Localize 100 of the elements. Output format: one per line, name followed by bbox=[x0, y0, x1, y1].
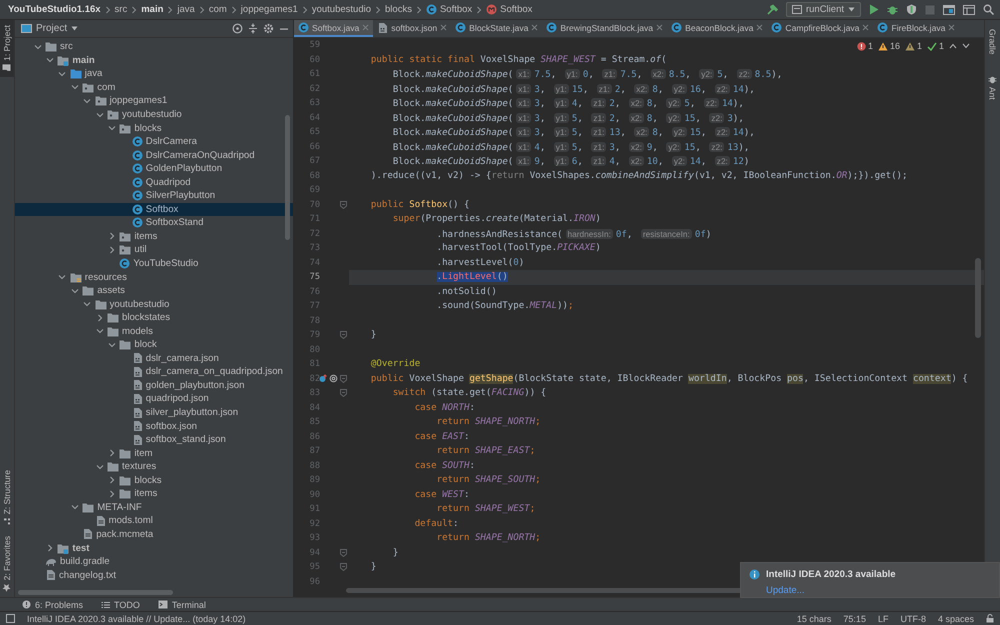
inspection-count[interactable]: 16 bbox=[890, 41, 900, 51]
tree-item[interactable]: assets bbox=[15, 284, 293, 298]
override-icon[interactable] bbox=[319, 374, 328, 384]
chevron-icon[interactable] bbox=[83, 96, 92, 105]
inspection-count[interactable]: 1 bbox=[938, 41, 944, 51]
chevron-icon[interactable] bbox=[83, 300, 92, 308]
tree-item[interactable]: SilverPlaybutton bbox=[15, 189, 293, 203]
tree-item[interactable]: util bbox=[15, 243, 293, 257]
breadcrumb[interactable]: java bbox=[177, 4, 195, 15]
tree-item[interactable]: pack.mcmeta bbox=[15, 528, 293, 542]
tree-item[interactable]: mods.toml bbox=[15, 514, 293, 528]
tool-window-button[interactable]: Terminal bbox=[158, 600, 206, 610]
tree-item[interactable]: softbox.json bbox=[15, 419, 293, 433]
breadcrumb[interactable]: joppegames1 bbox=[240, 4, 298, 15]
run-configuration-dropdown[interactable]: runClient bbox=[786, 2, 861, 17]
bug-icon[interactable] bbox=[887, 4, 898, 15]
status-item[interactable]: LF bbox=[878, 614, 888, 624]
editor-tab[interactable]: BlockState.java bbox=[451, 20, 542, 37]
update-link[interactable]: Update... bbox=[766, 585, 896, 596]
chevron-icon[interactable] bbox=[96, 314, 104, 322]
inspection-count[interactable]: 1 bbox=[868, 41, 873, 51]
editor-tab[interactable]: Softbox.java bbox=[294, 20, 374, 37]
tree-item[interactable]: Softbox bbox=[15, 202, 293, 216]
status-item[interactable]: 4 spaces bbox=[938, 614, 974, 624]
chevron-icon[interactable] bbox=[108, 232, 116, 240]
breadcrumb[interactable]: blocks bbox=[385, 4, 412, 15]
close-icon[interactable] bbox=[862, 24, 870, 31]
chevron-icon[interactable] bbox=[108, 124, 116, 132]
chevron-icon[interactable] bbox=[34, 42, 42, 51]
tree-item[interactable]: SoftboxStand bbox=[15, 216, 293, 230]
editor-tab[interactable]: softbox.json bbox=[373, 20, 452, 37]
tool-window-button[interactable]: 6: Problems bbox=[22, 600, 84, 610]
chevron-icon[interactable] bbox=[46, 56, 54, 64]
tree-item[interactable]: golden_playbutton.json bbox=[15, 378, 293, 392]
scrollbar[interactable] bbox=[975, 258, 981, 338]
close-icon[interactable] bbox=[656, 24, 664, 31]
tree-item[interactable]: resources bbox=[15, 270, 293, 284]
breadcrumb[interactable]: youtubestudio bbox=[312, 4, 372, 15]
fold-icon[interactable] bbox=[340, 389, 346, 398]
editor-tab[interactable]: BrewingStandBlock.java bbox=[542, 20, 668, 37]
fold-icon[interactable] bbox=[340, 548, 346, 557]
tool-window-tab[interactable]: Z: Structure bbox=[0, 465, 14, 531]
tree-item[interactable]: src bbox=[15, 40, 293, 54]
tool-window-tab[interactable]: 1: Project bbox=[0, 20, 14, 77]
run-icon[interactable] bbox=[869, 4, 879, 15]
tree-item[interactable]: META-INF bbox=[15, 500, 293, 514]
search-icon[interactable] bbox=[983, 4, 994, 15]
chevron-icon[interactable] bbox=[108, 449, 116, 458]
chevron-icon[interactable] bbox=[108, 490, 116, 498]
window-icon[interactable] bbox=[943, 4, 955, 14]
chevron-icon[interactable] bbox=[96, 327, 104, 336]
chevron-icon[interactable] bbox=[58, 273, 66, 282]
tree-item[interactable]: silver_playbutton.json bbox=[15, 406, 293, 420]
close-icon[interactable] bbox=[531, 24, 538, 31]
scrollbar[interactable] bbox=[18, 590, 173, 595]
status-item[interactable]: UTF-8 bbox=[900, 614, 926, 624]
breadcrumb[interactable]: src bbox=[114, 4, 128, 15]
tree-item[interactable]: java bbox=[15, 67, 293, 81]
chevron-icon[interactable] bbox=[108, 340, 116, 349]
tree-item[interactable]: items bbox=[15, 487, 293, 501]
project-view-dropdown[interactable]: Project bbox=[21, 23, 78, 34]
editor-tab[interactable]: CampfireBlock.java bbox=[767, 20, 874, 37]
fold-icon[interactable] bbox=[340, 200, 346, 209]
tree-item[interactable]: models bbox=[15, 324, 293, 338]
chevron-icon[interactable] bbox=[70, 503, 79, 512]
tree-item[interactable]: YouTubeStudio bbox=[15, 256, 293, 270]
breadcrumb[interactable]: YouTubeStudio1.16x bbox=[8, 4, 101, 15]
close-icon[interactable] bbox=[948, 24, 956, 31]
tree-item[interactable]: main bbox=[15, 54, 293, 68]
tool-window-button[interactable]: TODO bbox=[101, 600, 140, 610]
square-icon[interactable] bbox=[6, 614, 15, 623]
tree-item[interactable]: build.gradle bbox=[15, 554, 293, 568]
tree-item[interactable]: changelog.txt bbox=[15, 568, 293, 582]
tree-item[interactable]: blocks bbox=[15, 121, 293, 135]
lock-icon[interactable] bbox=[986, 614, 994, 623]
tree-item[interactable]: test bbox=[15, 541, 293, 555]
tree-item[interactable]: textures bbox=[15, 460, 293, 474]
chevron-icon[interactable] bbox=[108, 246, 116, 254]
tree-item[interactable]: dslr_camera_on_quadripod.json bbox=[15, 365, 293, 379]
status-item[interactable]: 15 chars bbox=[796, 614, 832, 624]
tree-item[interactable]: youtubestudio bbox=[15, 108, 293, 122]
hammer-icon[interactable] bbox=[766, 4, 778, 16]
chevron-icon[interactable] bbox=[108, 476, 116, 484]
crosshair-icon[interactable] bbox=[232, 23, 243, 34]
breadcrumb[interactable]: com bbox=[208, 4, 227, 15]
settings-icon[interactable] bbox=[263, 23, 274, 34]
chevron-icon[interactable] bbox=[96, 110, 104, 118]
editor-tab[interactable]: FireBlock.java bbox=[873, 20, 960, 37]
fold-icon[interactable] bbox=[340, 331, 346, 340]
chevron-icon[interactable] bbox=[70, 83, 79, 92]
tool-window-tab[interactable]: 2: Favorites bbox=[0, 530, 14, 597]
close-icon[interactable] bbox=[756, 24, 764, 31]
chevron-icon[interactable] bbox=[70, 286, 79, 295]
tool-window-tab[interactable]: Gradle bbox=[985, 24, 1000, 60]
collapse-icon[interactable] bbox=[248, 23, 258, 34]
tree-item[interactable]: blocks bbox=[15, 474, 293, 488]
chevron-icon[interactable] bbox=[46, 544, 54, 552]
tree-item[interactable]: GoldenPlaybutton bbox=[15, 162, 293, 176]
fold-icon[interactable] bbox=[340, 563, 346, 572]
breadcrumb[interactable]: Softbox bbox=[426, 4, 472, 15]
